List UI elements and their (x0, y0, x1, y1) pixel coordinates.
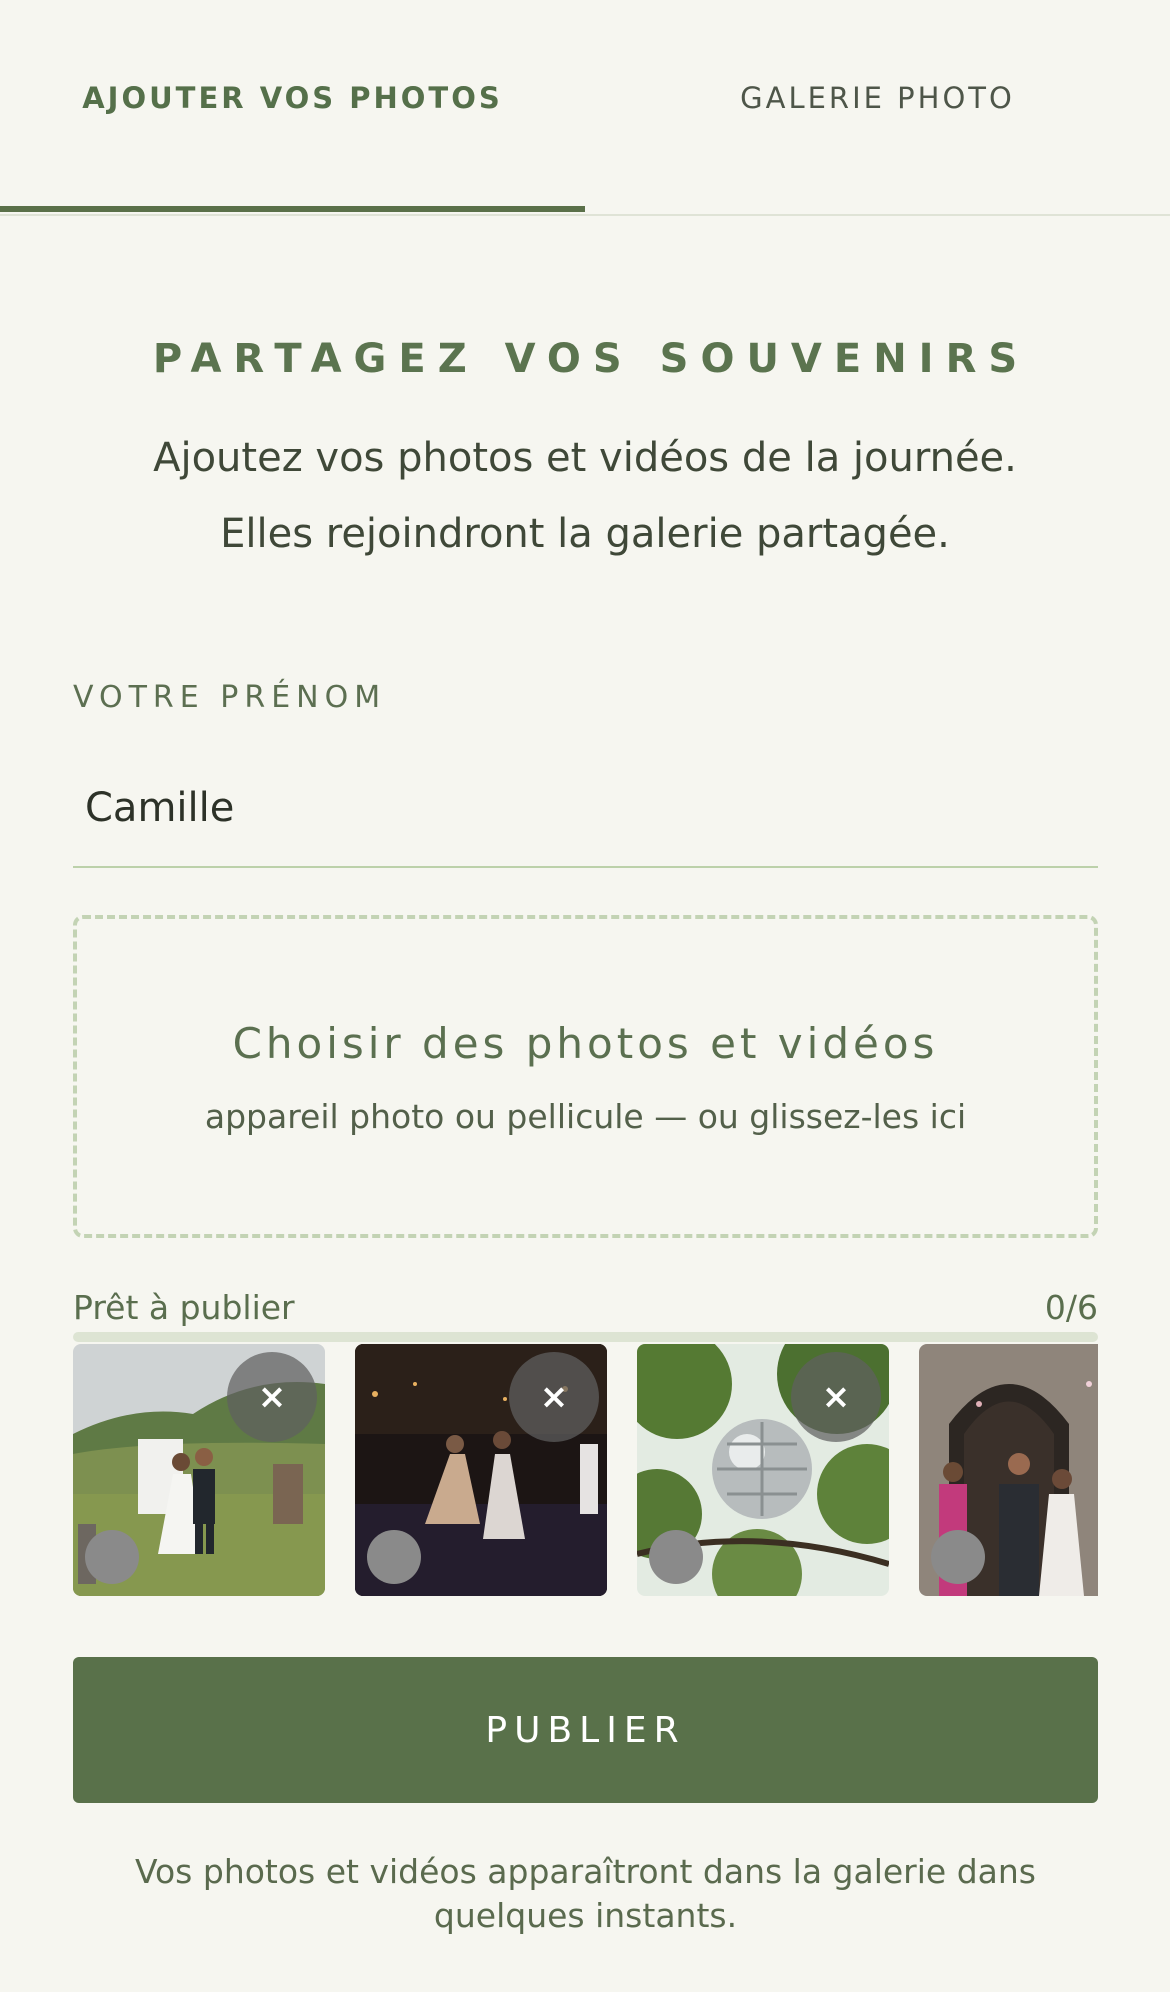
thumbnail: × (73, 1344, 325, 1596)
file-dropzone[interactable]: Choisir des photos et vidéos appareil ph… (73, 915, 1098, 1238)
upload-status-dot (649, 1530, 703, 1584)
remove-photo-button[interactable]: × (791, 1352, 881, 1442)
upload-status-dot (931, 1530, 985, 1584)
publish-button[interactable]: PUBLIER (73, 1657, 1098, 1803)
first-name-label: VOTRE PRÉNOM (73, 680, 387, 715)
thumbnail: × (637, 1344, 889, 1596)
intro-line-1: Ajoutez vos photos et vidéos de la journ… (153, 435, 1017, 481)
dropzone-title: Choisir des photos et vidéos (232, 1019, 939, 1068)
intro-text: Ajoutez vos photos et vidéos de la journ… (60, 420, 1110, 572)
tab-bar: AJOUTER VOS PHOTOS GALERIE PHOTO (0, 0, 1170, 216)
tab-photo-gallery[interactable]: GALERIE PHOTO (585, 0, 1170, 216)
remove-photo-button[interactable]: × (227, 1352, 317, 1442)
upload-status-dot (85, 1530, 139, 1584)
tab-add-photos[interactable]: AJOUTER VOS PHOTOS (0, 0, 585, 216)
first-name-input[interactable] (73, 750, 1098, 868)
thumbnail: × (355, 1344, 607, 1596)
dropzone-subtitle: appareil photo ou pellicule — ou glissez… (204, 1097, 967, 1136)
thumbnail (919, 1344, 1098, 1596)
ready-count: 0/6 (1044, 1288, 1098, 1327)
upload-status-dot (367, 1530, 421, 1584)
page-title: PARTAGEZ VOS SOUVENIRS (152, 336, 1030, 382)
intro-line-2: Elles rejoindront la galerie partagée. (220, 511, 950, 557)
publish-info-note: Vos photos et vidéos apparaîtront dans l… (134, 1852, 1036, 1935)
active-tab-indicator (0, 206, 585, 212)
thumbnail-strip[interactable]: × × × (73, 1344, 1098, 1596)
ready-label: Prêt à publier (73, 1288, 295, 1327)
upload-progress-bar (73, 1332, 1098, 1342)
remove-photo-button[interactable]: × (509, 1352, 599, 1442)
